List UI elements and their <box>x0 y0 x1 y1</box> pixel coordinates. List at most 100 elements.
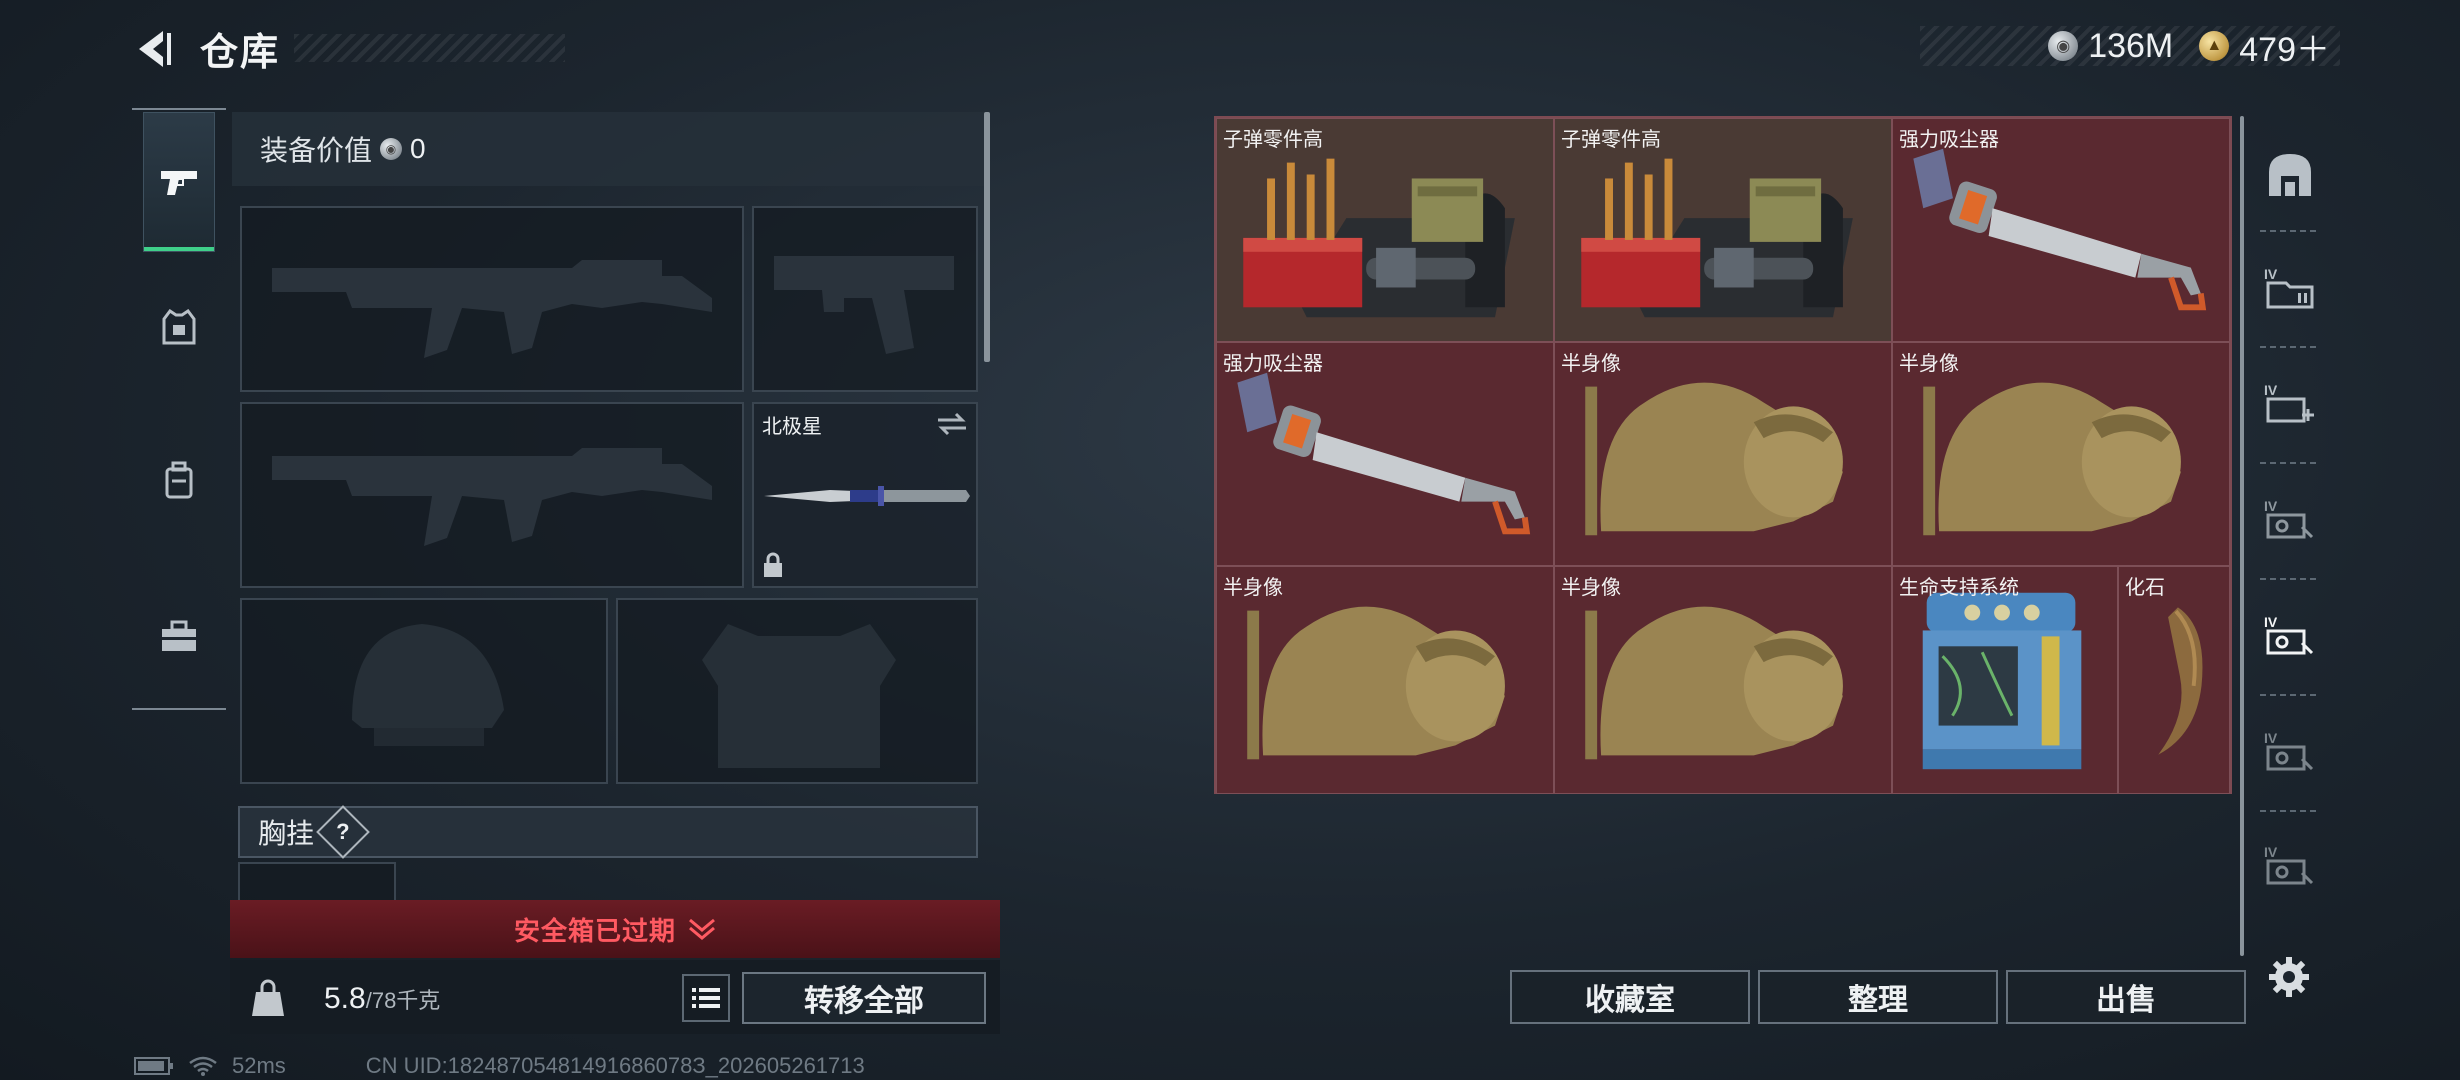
helmet-slot[interactable] <box>240 598 608 784</box>
storage-scrollbar[interactable] <box>2240 116 2244 956</box>
storage-item[interactable]: 半身像 <box>1892 342 2230 566</box>
uid-text: CN UID:18248705481491686078З_20260526171… <box>365 1053 865 1078</box>
gold-coin-icon: ▲ <box>2199 31 2230 61</box>
title-bar: 仓库 <box>190 30 565 74</box>
sort-button[interactable]: 整理 <box>1758 970 1998 1024</box>
list-icon <box>692 988 720 1008</box>
item-name: 半身像 <box>1899 353 1959 375</box>
ammo-parts-icon <box>1581 158 1853 318</box>
case-iv-key-icon: IV <box>2264 730 2314 771</box>
item-name: 生命支持系统 <box>1899 577 2019 599</box>
rail-divider <box>2260 462 2320 464</box>
helmet-silhouette-icon <box>352 624 504 746</box>
help-mark: ? <box>336 818 350 844</box>
back-button[interactable] <box>132 26 178 72</box>
svg-text:IV: IV <box>2264 730 2278 746</box>
case-key-tab[interactable]: IV <box>2254 706 2326 796</box>
rifle-silhouette-icon <box>272 260 712 358</box>
storage-item[interactable]: 半身像 <box>1554 566 1892 794</box>
secondary-rifle-slot[interactable] <box>240 402 744 588</box>
item-name: 强力吸尘器 <box>1223 353 1323 375</box>
swap-icon[interactable] <box>936 412 968 436</box>
category-armor[interactable] <box>132 258 226 398</box>
category-backpack[interactable] <box>132 410 226 550</box>
chest-rig-label: 胸挂 <box>258 818 315 849</box>
equipment-value-number: 0 <box>410 133 426 164</box>
primary-weapon-slot[interactable] <box>240 206 744 392</box>
item-name: 半身像 <box>1561 353 1621 375</box>
case-iv-selected-icon: IV <box>2264 614 2314 655</box>
rail-divider <box>2260 810 2320 812</box>
list-view-button[interactable] <box>682 974 730 1022</box>
storage-item[interactable]: 强力吸尘器 <box>1892 118 2230 342</box>
item-name: 子弹零件高 <box>1561 129 1661 151</box>
case-iv-add-icon: IV <box>2264 382 2314 423</box>
category-supplies[interactable] <box>132 566 226 706</box>
vacuum-icon <box>1913 148 2207 311</box>
bust-icon <box>1585 606 1843 760</box>
category-rail <box>132 108 226 712</box>
case-key-tab[interactable]: IV <box>2254 820 2326 910</box>
gold-currency[interactable]: ▲ 479＋ <box>2199 22 2330 71</box>
melee-name: 北极星 <box>762 416 822 438</box>
silver-coin-icon: ◉ <box>2048 31 2079 61</box>
vest-icon <box>162 309 196 345</box>
back-arrow-icon <box>139 31 171 67</box>
pistol-icon <box>161 171 197 195</box>
case-key-tab-selected[interactable]: IV <box>2254 590 2326 680</box>
storage-item[interactable]: 子弹零件高 <box>1554 118 1892 342</box>
svg-text:IV: IV <box>2264 614 2278 630</box>
category-weapons[interactable] <box>132 112 226 252</box>
case-tab[interactable]: IV <box>2254 242 2326 332</box>
backpack-icon <box>165 461 193 499</box>
armor-slot[interactable] <box>616 598 978 784</box>
silver-currency: ◉ 136M <box>2048 27 2173 66</box>
collection-room-button[interactable]: 收藏室 <box>1510 970 1750 1024</box>
equipment-header: 装备价值 ◉ 0 <box>232 112 990 186</box>
secondary-weapon-slot[interactable] <box>752 206 978 392</box>
storage-item[interactable]: 半身像 <box>1216 566 1554 794</box>
weight-readout: 5.8/78千克 <box>324 982 440 1016</box>
page-title: 仓库 <box>200 31 281 74</box>
help-icon[interactable]: ? <box>316 805 370 859</box>
storage-item[interactable]: 化石 <box>2118 566 2230 794</box>
fossil-icon <box>2158 607 2203 755</box>
melee-slot[interactable]: 北极星 <box>752 402 978 588</box>
currency-bar: ◉ 136M ▲ 479＋ <box>1920 26 2340 69</box>
svg-text:IV: IV <box>2264 382 2278 398</box>
chevron-down-icon <box>689 918 715 940</box>
item-name: 半身像 <box>1223 577 1283 599</box>
case-add-tab[interactable]: IV <box>2254 358 2326 448</box>
chest-rig-section: 胸挂 ? <box>238 805 978 859</box>
transfer-all-button[interactable]: 转移全部 <box>742 972 986 1024</box>
storage-item[interactable]: 半身像 <box>1554 342 1892 566</box>
equipment-value-label: 装备价值 <box>260 135 373 166</box>
status-bar: 52ms CN UID:18248705481491686078З_202605… <box>134 1052 865 1080</box>
item-name: 子弹零件高 <box>1223 129 1323 151</box>
storage-item[interactable]: 强力吸尘器 <box>1216 342 1554 566</box>
storage-grid: 子弹零件高 子弹零件高 强力吸尘器 强力吸尘器 半身像 半身像 半身像 半身像 … <box>1214 116 2232 794</box>
storage-item[interactable]: 子弹零件高 <box>1216 118 1554 342</box>
sell-button[interactable]: 出售 <box>2006 970 2246 1024</box>
title-decoration <box>294 34 565 62</box>
svg-text:IV: IV <box>2264 498 2278 514</box>
life-support-icon <box>1922 592 2082 770</box>
case-iv-key-icon: IV <box>2264 498 2314 539</box>
equipment-value: ◉ 0 <box>380 133 426 165</box>
item-name: 强力吸尘器 <box>1899 129 1999 151</box>
vault-tab[interactable] <box>2254 130 2326 220</box>
lock-icon <box>764 552 782 577</box>
case-iv-key-icon: IV <box>2264 844 2314 885</box>
vault-icon <box>2269 154 2311 196</box>
storage-item[interactable]: 生命支持系统 <box>1892 566 2118 794</box>
settings-button[interactable] <box>2262 950 2316 1004</box>
svg-text:IV: IV <box>2264 844 2278 860</box>
case-key-tab[interactable]: IV <box>2254 474 2326 564</box>
chest-rig-slot[interactable] <box>238 862 396 902</box>
toolbox-icon <box>162 620 196 651</box>
safebox-expired-banner[interactable]: 安全箱已过期 <box>230 900 1000 958</box>
case-iv-icon: IV <box>2264 266 2314 309</box>
equipment-scrollbar[interactable] <box>984 112 990 362</box>
armor-silhouette-icon <box>702 624 896 768</box>
gold-amount: 479＋ <box>2239 30 2330 69</box>
